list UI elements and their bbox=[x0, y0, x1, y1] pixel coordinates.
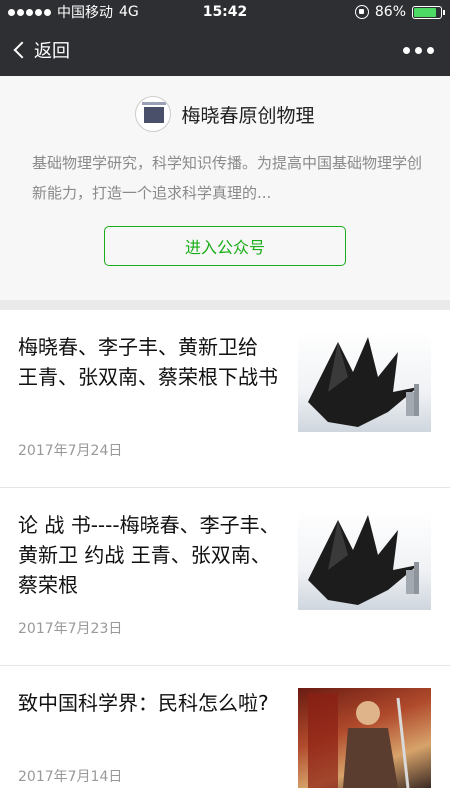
section-divider bbox=[0, 300, 450, 310]
more-dot-icon bbox=[427, 46, 434, 54]
article-thumbnail bbox=[298, 510, 431, 610]
dragon-image bbox=[308, 515, 419, 605]
rotation-lock-icon bbox=[354, 5, 369, 19]
back-button[interactable]: 返回 bbox=[10, 37, 70, 63]
status-left: 中国移动 4G bbox=[8, 2, 139, 22]
account-avatar bbox=[135, 96, 172, 132]
signal-icon bbox=[8, 8, 51, 16]
battery-percent: 86% bbox=[374, 4, 406, 20]
article-title: 论 战 书----梅晓春、李子丰、黄新卫 约战 王青、张双南、蔡荣根 bbox=[18, 513, 280, 597]
account-name: 梅晓春原创物理 bbox=[181, 104, 315, 127]
article-date: 2017年7月23日 bbox=[18, 621, 123, 637]
article-thumbnail bbox=[298, 332, 431, 432]
carrier-label: 中国移动 bbox=[57, 5, 113, 21]
status-bar: 中国移动 4G 15:42 86% bbox=[0, 0, 450, 24]
account-description: 基础物理学研究，科学知识传播。为提高中国基础物理学创新能力，打造一个追求科学真理… bbox=[32, 154, 422, 202]
article-title: 梅晓春、李子丰、黄新卫给 王青、张双南、蔡荣根下战书 bbox=[18, 335, 278, 389]
back-label: 返回 bbox=[34, 41, 70, 62]
more-dot-icon bbox=[403, 46, 410, 54]
enter-account-button[interactable]: 进入公众号 bbox=[104, 226, 346, 266]
article-date: 2017年7月14日 bbox=[18, 769, 123, 785]
article-date: 2017年7月24日 bbox=[18, 443, 123, 459]
dragon-image bbox=[308, 337, 419, 427]
more-options-button[interactable] bbox=[397, 41, 440, 60]
article-item[interactable]: 致中国科学界：民科怎么啦? 2017年7月14日 bbox=[0, 666, 450, 801]
account-header: 梅晓春原创物理 基础物理学研究，科学知识传播。为提高中国基础物理学创新能力，打造… bbox=[0, 76, 450, 300]
knight-painting-image bbox=[308, 693, 410, 788]
nav-bar: 返回 bbox=[0, 24, 450, 76]
battery-icon bbox=[412, 5, 445, 19]
article-item[interactable]: 论 战 书----梅晓春、李子丰、黄新卫 约战 王青、张双南、蔡荣根 2017年… bbox=[0, 488, 450, 666]
account-title-row: 梅晓春原创物理 bbox=[0, 96, 450, 132]
status-right: 86% bbox=[354, 4, 445, 20]
article-item[interactable]: 梅晓春、李子丰、黄新卫给 王青、张双南、蔡荣根下战书 2017年7月24日 bbox=[0, 310, 450, 488]
article-title: 致中国科学界：民科怎么啦? bbox=[18, 691, 269, 715]
chevron-left-icon bbox=[13, 41, 31, 59]
network-label: 4G bbox=[119, 4, 139, 20]
article-thumbnail bbox=[298, 688, 431, 788]
more-dot-icon bbox=[415, 46, 422, 54]
battery-level bbox=[414, 7, 437, 17]
